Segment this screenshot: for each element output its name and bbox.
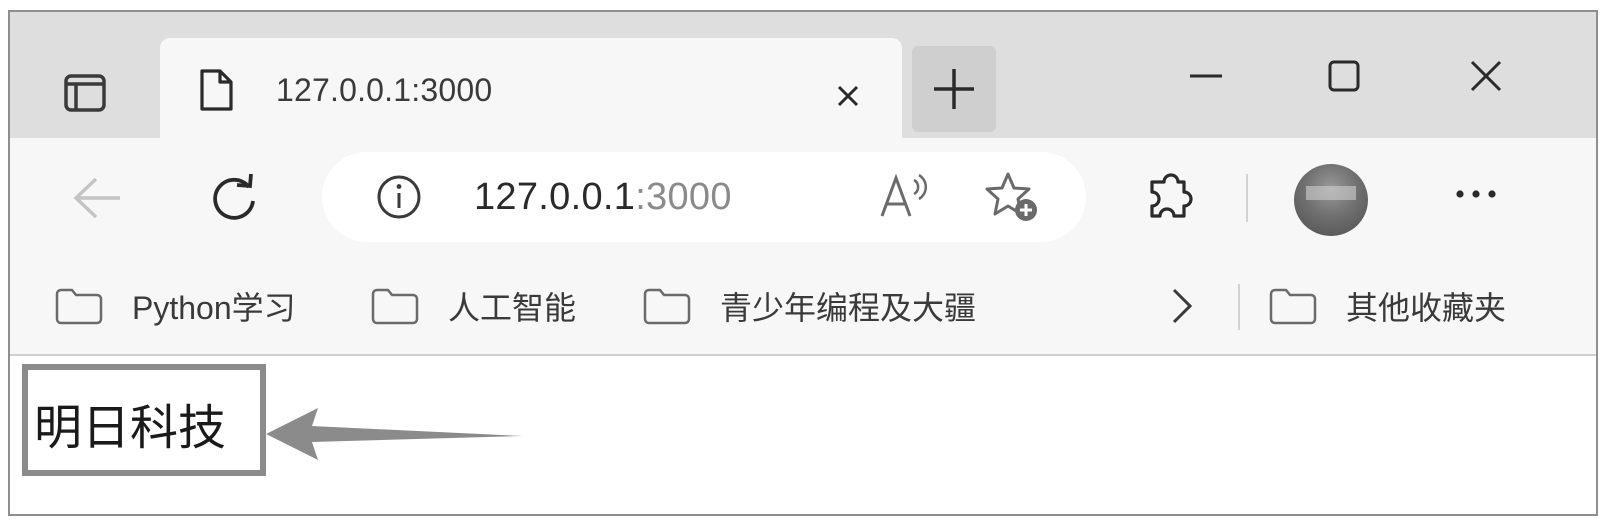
url-host: 127.0.0.1 — [474, 176, 636, 218]
back-button[interactable] — [68, 168, 128, 228]
refresh-button[interactable] — [204, 168, 264, 228]
arrow-left-icon — [73, 177, 120, 219]
favorites-divider — [1238, 284, 1240, 330]
puzzle-icon — [1150, 173, 1193, 218]
favorite-label: 人工智能 — [448, 290, 577, 326]
maximize-button[interactable] — [1314, 56, 1374, 96]
other-favorites-label: 其他收藏夹 — [1346, 290, 1507, 326]
folder-icon — [643, 288, 691, 325]
tab-actions-button[interactable] — [56, 68, 114, 118]
favorite-label: 青少年编程及大疆 — [720, 290, 977, 326]
pointer-arrow-icon — [266, 408, 522, 460]
favorite-folder-youth-coding[interactable]: 青少年编程及大疆 — [642, 284, 976, 328]
toolbar-divider — [1246, 174, 1248, 222]
tab-strip: 127.0.0.1:3000 — [10, 12, 1596, 138]
page-icon — [200, 69, 233, 111]
other-favorites-folder[interactable]: 其他收藏夹 — [1268, 284, 1506, 328]
chevron-right-icon — [1172, 288, 1193, 324]
read-aloud-icon[interactable] — [878, 172, 932, 222]
tab-title: 127.0.0.1:3000 — [276, 72, 493, 108]
address-bar[interactable]: 127.0.0.1:3000 — [322, 152, 1086, 242]
close-icon — [837, 85, 859, 107]
active-tab[interactable]: 127.0.0.1:3000 — [160, 38, 902, 138]
settings-and-more-button[interactable] — [1446, 174, 1506, 214]
more-favorites-button[interactable] — [1166, 286, 1196, 331]
maximize-icon — [1328, 60, 1360, 92]
folder-icon — [1269, 288, 1317, 325]
more-icon — [1456, 190, 1496, 198]
minimize-icon — [1190, 74, 1222, 78]
minimize-button[interactable] — [1176, 56, 1236, 96]
tab-close-button[interactable] — [828, 76, 868, 116]
refresh-icon — [213, 173, 255, 220]
url-port: :3000 — [635, 176, 732, 218]
favorite-folder-python[interactable]: Python学习 — [54, 284, 296, 328]
vertical-tabs-icon — [64, 74, 106, 112]
favorites-bar: Python学习 人工智能 青少年编程及大疆 其他收藏夹 — [10, 256, 1596, 356]
url-text[interactable]: 127.0.0.1:3000 — [474, 176, 732, 219]
navigation-toolbar: 127.0.0.1:3000 — [10, 138, 1596, 256]
favorite-folder-ai[interactable]: 人工智能 — [370, 284, 576, 328]
profile-avatar[interactable] — [1294, 164, 1368, 236]
page-content: 明日科技 — [10, 356, 1596, 514]
info-icon[interactable] — [376, 174, 422, 220]
extensions-button[interactable] — [1144, 168, 1198, 229]
close-icon — [1470, 60, 1502, 92]
favorite-label: Python学习 — [132, 290, 296, 326]
browser-window: 127.0.0.1:3000 127.0.0.1:3000 Python学习 人… — [8, 10, 1598, 516]
window-close-button[interactable] — [1456, 56, 1516, 96]
page-text: 明日科技 — [34, 400, 227, 456]
folder-icon — [55, 288, 103, 325]
folder-icon — [371, 288, 419, 325]
add-favorite-icon[interactable] — [984, 170, 1042, 226]
plus-icon — [934, 69, 974, 109]
new-tab-button[interactable] — [912, 46, 996, 132]
